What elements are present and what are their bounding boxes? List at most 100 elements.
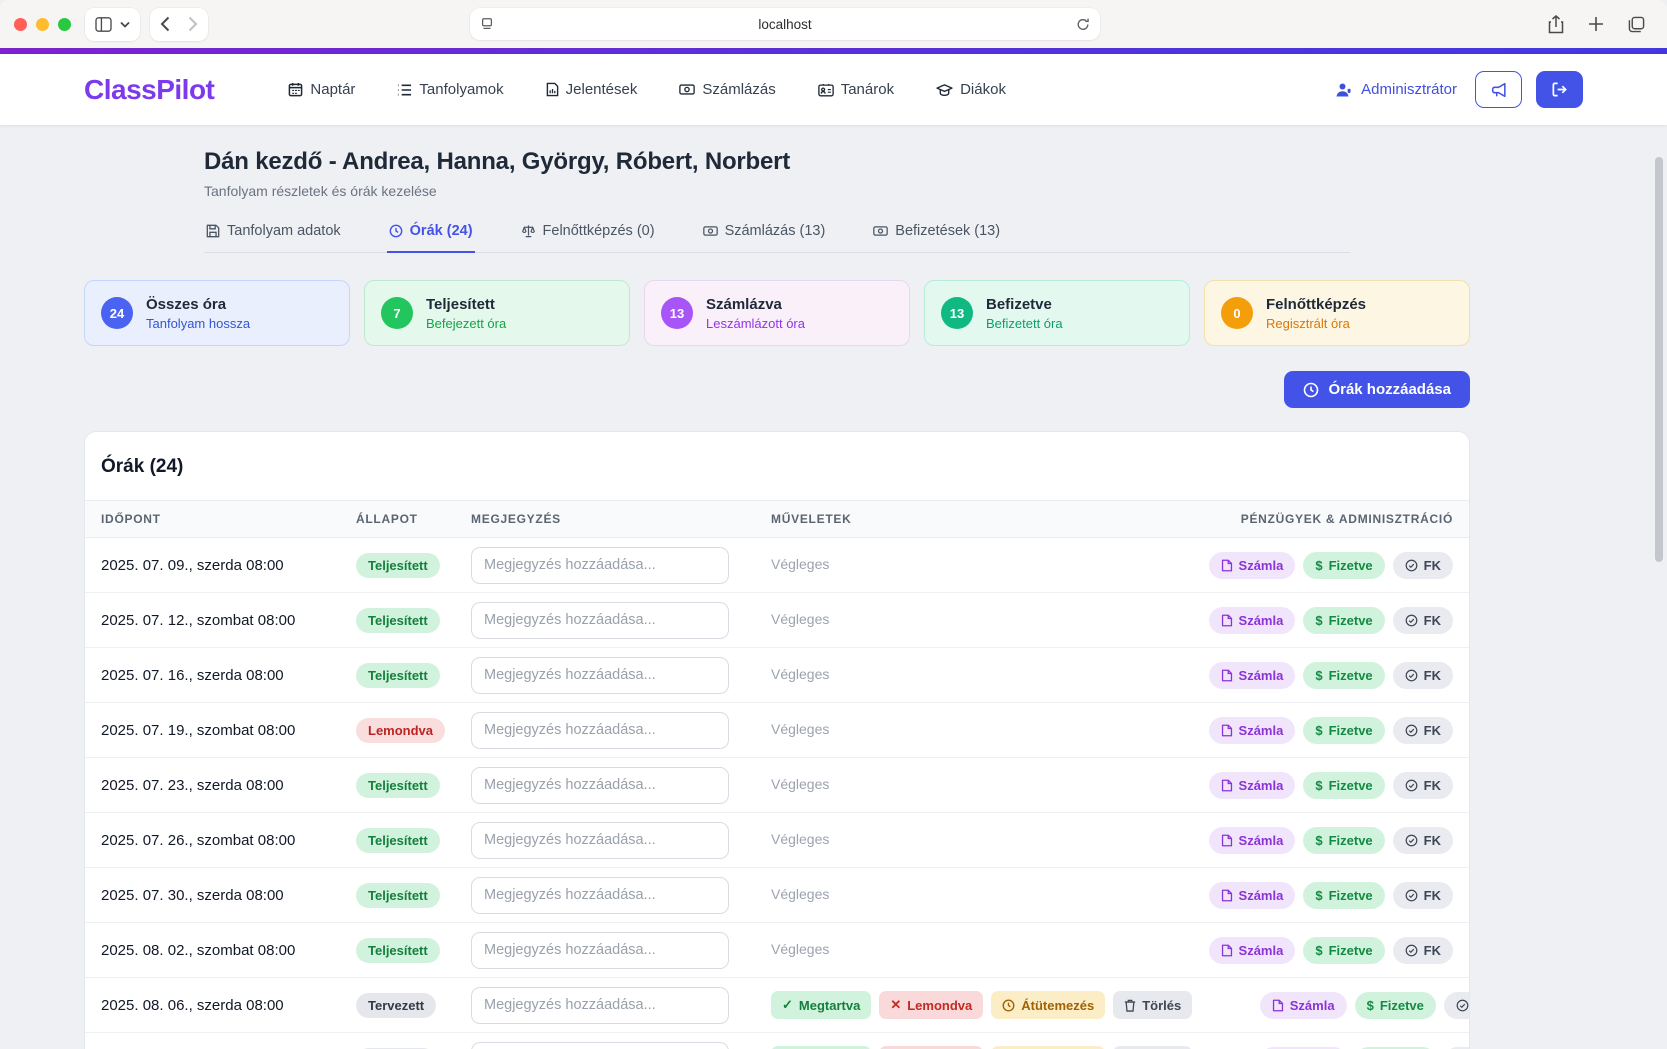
note-input[interactable] (471, 547, 729, 584)
paid-badge[interactable]: $Fizetve (1303, 552, 1384, 579)
nav-item-naptar[interactable]: Naptár (288, 81, 355, 98)
forward-button[interactable] (188, 16, 198, 32)
close-window-button[interactable] (14, 18, 27, 31)
page-title: Dán kezdő - Andrea, Hanna, György, Róber… (204, 148, 1350, 176)
dollar-icon: $ (1315, 558, 1322, 573)
nav-item-tanarok[interactable]: Tanárok (818, 81, 894, 98)
final-label: Végleges (771, 721, 829, 737)
new-tab-icon[interactable] (1588, 16, 1604, 32)
table-row: 2025. 07. 26., szombat 08:00 Teljesített… (85, 813, 1469, 868)
invoice-badge[interactable]: Számla (1209, 937, 1296, 964)
paid-badge[interactable]: $Fizetve (1303, 662, 1384, 689)
clock-icon (1002, 999, 1015, 1012)
paid-badge[interactable]: $Fizetve (1303, 882, 1384, 909)
tab-tanfolyam-adatok[interactable]: Tanfolyam adatok (204, 223, 343, 253)
check-circle-icon (1405, 834, 1418, 847)
lesson-datetime: 2025. 07. 19., szombat 08:00 (101, 722, 356, 739)
paid-badge[interactable]: $Fizetve (1303, 772, 1384, 799)
invoice-badge[interactable]: Számla (1209, 552, 1296, 579)
nav-item-szamlazas[interactable]: Számlázás (679, 81, 775, 98)
cancel-button[interactable]: ✕Lemondva (879, 991, 983, 1019)
note-input[interactable] (471, 1042, 729, 1049)
back-button[interactable] (160, 16, 170, 32)
final-label: Végleges (771, 611, 829, 627)
lesson-datetime: 2025. 07. 23., szerda 08:00 (101, 777, 356, 794)
paid-badge[interactable]: $Fizetve (1355, 992, 1436, 1019)
nav-item-tanfolyamok[interactable]: Tanfolyamok (397, 81, 503, 98)
fk-badge[interactable]: FK (1393, 827, 1453, 854)
paid-badge[interactable]: $Fizetve (1303, 607, 1384, 634)
address-bar[interactable]: localhost (470, 8, 1100, 40)
share-icon[interactable] (1548, 15, 1564, 34)
reload-icon[interactable] (1076, 17, 1090, 32)
invoice-badge[interactable]: Számla (1209, 882, 1296, 909)
tab-overview-icon[interactable] (1628, 16, 1645, 33)
url-text: localhost (494, 17, 1076, 32)
fk-badge[interactable]: FK (1393, 937, 1453, 964)
tab-felnottkepzes[interactable]: Felnőttképzés (0) (519, 223, 657, 253)
tab-szamlazas[interactable]: Számlázás (13) (701, 223, 828, 253)
invoice-badge[interactable]: Számla (1260, 992, 1347, 1019)
note-input[interactable] (471, 877, 729, 914)
fk-badge[interactable]: FK (1393, 662, 1453, 689)
note-input[interactable] (471, 987, 729, 1024)
fk-badge[interactable]: FK (1393, 607, 1453, 634)
clock-icon (1303, 382, 1319, 398)
fk-badge[interactable]: FK (1444, 992, 1470, 1019)
paid-badge[interactable]: $Fizetve (1303, 827, 1384, 854)
scrollbar-thumb[interactable] (1655, 157, 1663, 562)
dollar-icon: $ (1315, 613, 1322, 628)
banknote-icon (873, 225, 888, 237)
nav-label: Számlázás (702, 81, 775, 98)
note-input[interactable] (471, 932, 729, 969)
sidebar-toggle[interactable] (85, 8, 140, 41)
nav-item-diakok[interactable]: Diákok (936, 81, 1006, 98)
fk-badge[interactable]: FK (1393, 772, 1453, 799)
col-muveletek: MŰVELETEK (771, 512, 1141, 526)
col-allapot: ÁLLAPOT (356, 512, 471, 526)
fk-badge[interactable]: FK (1393, 717, 1453, 744)
invoice-badge[interactable]: Számla (1209, 772, 1296, 799)
stat-title: Befizetve (986, 296, 1063, 313)
document-icon (1221, 779, 1233, 792)
lesson-actions: ✓Megtartva ✕Lemondva Átütemezés Törlés (771, 991, 1192, 1019)
zoom-window-button[interactable] (58, 18, 71, 31)
delete-button[interactable]: Törlés (1113, 991, 1192, 1019)
paid-badge[interactable]: $Fizetve (1303, 937, 1384, 964)
logout-button[interactable] (1536, 71, 1583, 108)
invoice-badge[interactable]: Számla (1209, 662, 1296, 689)
fk-badge[interactable]: FK (1393, 552, 1453, 579)
stat-subtitle: Tanfolyam hossza (146, 316, 250, 331)
status-badge: Teljesített (356, 938, 440, 963)
invoice-badge[interactable]: Számla (1209, 827, 1296, 854)
keep-button[interactable]: ✓Megtartva (771, 991, 871, 1019)
tab-orak[interactable]: Órák (24) (387, 223, 475, 253)
invoice-badge[interactable]: Számla (1209, 607, 1296, 634)
nav-item-jelentesek[interactable]: Jelentések (546, 81, 638, 98)
paid-badge[interactable]: $Fizetve (1303, 717, 1384, 744)
reschedule-button[interactable]: Átütemezés (991, 991, 1105, 1019)
tab-befizetesek[interactable]: Befizetések (13) (871, 223, 1002, 253)
stat-subtitle: Regisztrált óra (1266, 316, 1366, 331)
invoice-badge[interactable]: Számla (1209, 717, 1296, 744)
note-input[interactable] (471, 657, 729, 694)
note-input[interactable] (471, 767, 729, 804)
add-lessons-button[interactable]: Órák hozzáadása (1284, 371, 1470, 408)
tab-label: Felnőttképzés (0) (543, 223, 655, 239)
note-input[interactable] (471, 712, 729, 749)
status-badge: Teljesített (356, 608, 440, 633)
user-menu[interactable]: Adminisztrátor (1335, 81, 1457, 99)
dollar-icon: $ (1315, 668, 1322, 683)
fk-badge[interactable]: FK (1393, 882, 1453, 909)
note-input[interactable] (471, 602, 729, 639)
announcements-button[interactable] (1475, 71, 1522, 108)
col-idopont: IDŐPONT (101, 512, 356, 526)
document-icon (1272, 999, 1284, 1012)
stat-card-osszes-ora: 24 Összes óra Tanfolyam hossza (84, 280, 350, 346)
table-row: 2025. 07. 16., szerda 08:00 Teljesített … (85, 648, 1469, 703)
dollar-icon: $ (1315, 943, 1322, 958)
page-settings-icon (480, 17, 494, 31)
note-input[interactable] (471, 822, 729, 859)
stat-title: Számlázva (706, 296, 805, 313)
minimize-window-button[interactable] (36, 18, 49, 31)
